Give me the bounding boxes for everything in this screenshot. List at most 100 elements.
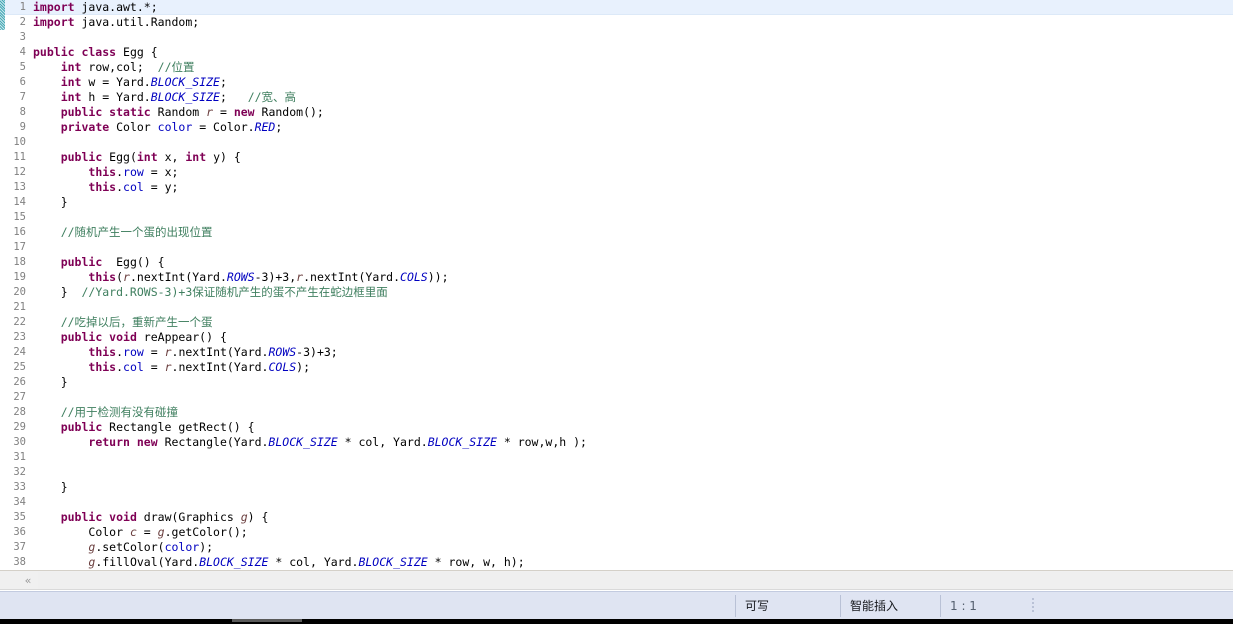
status-cursor-position[interactable]: 1 : 1 <box>941 592 977 620</box>
code-line-text: private Color color = Color.RED; <box>26 120 283 135</box>
scroll-left-chevron-icon[interactable]: « <box>20 573 36 589</box>
code-line[interactable]: 30 return new Rectangle(Yard.BLOCK_SIZE … <box>0 435 1233 450</box>
scrollbar-track-line <box>0 589 1233 590</box>
code-line[interactable]: 38 g.fillOval(Yard.BLOCK_SIZE * col, Yar… <box>0 555 1233 570</box>
code-line[interactable]: 34 <box>0 495 1233 510</box>
code-token: g <box>157 525 165 539</box>
status-insert-mode[interactable]: 智能插入 <box>841 592 898 620</box>
code-token: public static <box>60 105 151 119</box>
code-line-text: g.fillOval(Yard.BLOCK_SIZE * col, Yard.B… <box>26 555 524 570</box>
code-token: col <box>123 180 144 194</box>
code-line[interactable]: 32 <box>0 465 1233 480</box>
code-line-text: public void reAppear() { <box>26 330 227 345</box>
line-number: 6 <box>19 76 26 88</box>
code-token: ROWS <box>226 270 255 284</box>
code-token: Egg { <box>116 45 158 59</box>
code-line-text: //用于检测有没有碰撞 <box>26 405 178 420</box>
code-line[interactable]: 24 this.row = r.nextInt(Yard.ROWS-3)+3; <box>0 345 1233 360</box>
code-line[interactable]: 12 this.row = x; <box>0 165 1233 180</box>
code-line[interactable]: 7 int h = Yard.BLOCK_SIZE; //宽、高 <box>0 90 1233 105</box>
code-token: w = Yard. <box>81 75 151 89</box>
code-line[interactable]: 27 <box>0 390 1233 405</box>
code-line[interactable]: 37 g.setColor(color); <box>0 540 1233 555</box>
line-number: 38 <box>13 556 26 568</box>
code-line[interactable]: 36 Color c = g.getColor(); <box>0 525 1233 540</box>
editor-text-area[interactable]: 1 import java.awt.*; 2 import java.util.Ran… <box>0 0 1233 570</box>
code-line[interactable]: 14 } <box>0 195 1233 210</box>
code-line[interactable]: 13 this.col = y; <box>0 180 1233 195</box>
code-token: .setColor( <box>95 540 165 554</box>
code-line[interactable]: 18 public Egg() { <box>0 255 1233 270</box>
code-line[interactable]: 9 private Color color = Color.RED; <box>0 120 1233 135</box>
code-token: col <box>123 360 144 374</box>
code-line[interactable]: 3 <box>0 30 1233 45</box>
taskbar-nub <box>232 619 302 622</box>
code-line[interactable]: 8 public static Random r = new Random(); <box>0 105 1233 120</box>
code-token: this <box>88 165 117 179</box>
horizontal-scrollbar-thumb[interactable] <box>38 572 1231 589</box>
code-line-text: public Rectangle getRect() { <box>26 420 255 435</box>
code-line-text: } <box>26 480 68 495</box>
code-line[interactable]: 23 public void reAppear() { <box>0 330 1233 345</box>
line-number: 20 <box>13 286 26 298</box>
code-line-text: //吃掉以后，重新产生一个蛋 <box>26 315 213 330</box>
line-number: 22 <box>13 316 26 328</box>
code-line[interactable]: 35 public void draw(Graphics g) { <box>0 510 1233 525</box>
code-line[interactable]: 1 import java.awt.*; <box>0 0 1233 15</box>
line-number: 3 <box>19 31 26 43</box>
code-token: * row,w,h ); <box>496 435 587 449</box>
code-token: c <box>129 525 137 539</box>
horizontal-scrollbar[interactable]: « <box>0 570 1233 590</box>
code-token: ( <box>116 270 124 284</box>
code-line[interactable]: 6 int w = Yard.BLOCK_SIZE; <box>0 75 1233 90</box>
code-line[interactable]: 25 this.col = r.nextInt(Yard.COLS); <box>0 360 1233 375</box>
code-line[interactable]: 4 public class Egg { <box>0 45 1233 60</box>
code-line[interactable]: 28 //用于检测有没有碰撞 <box>0 405 1233 420</box>
status-bar: 可写 智能插入 1 : 1 <box>0 591 1233 619</box>
code-line[interactable]: 19 this(r.nextInt(Yard.ROWS-3)+3,r.nextI… <box>0 270 1233 285</box>
code-line[interactable]: 20 } //Yard.ROWS-3)+3保证随机产生的蛋不产生在蛇边框里面 <box>0 285 1233 300</box>
code-token: Random <box>150 105 207 119</box>
code-line[interactable]: 16 //随机产生一个蛋的出现位置 <box>0 225 1233 240</box>
code-line[interactable]: 31 <box>0 450 1233 465</box>
line-number: 5 <box>19 61 26 73</box>
code-line[interactable]: 5 int row,col; //位置 <box>0 60 1233 75</box>
code-token: y) { <box>206 150 241 164</box>
code-line[interactable]: 22 //吃掉以后，重新产生一个蛋 <box>0 315 1233 330</box>
line-number: 10 <box>13 136 26 148</box>
status-writable[interactable]: 可写 <box>736 592 769 620</box>
code-token: draw(Graphics <box>136 510 241 524</box>
code-line[interactable]: 2 import java.util.Random; <box>0 15 1233 30</box>
code-token: } <box>33 480 68 494</box>
code-line[interactable]: 17 <box>0 240 1233 255</box>
source-code[interactable]: 1 import java.awt.*; 2 import java.util.Ran… <box>0 0 1233 570</box>
code-line-text: int h = Yard.BLOCK_SIZE; //宽、高 <box>26 90 296 105</box>
code-token: Egg() { <box>102 255 165 269</box>
line-number: 36 <box>13 526 26 538</box>
code-line[interactable]: 26 } <box>0 375 1233 390</box>
code-token: BLOCK_SIZE <box>150 90 220 104</box>
code-line-text: //随机产生一个蛋的出现位置 <box>26 225 213 240</box>
status-resize-grip[interactable] <box>1032 598 1034 614</box>
code-line[interactable]: 15 <box>0 210 1233 225</box>
code-line[interactable]: 21 <box>0 300 1233 315</box>
code-line[interactable]: 11 public Egg(int x, int y) { <box>0 150 1233 165</box>
code-token: color <box>164 540 200 554</box>
code-line[interactable]: 29 public Rectangle getRect() { <box>0 420 1233 435</box>
code-token: .fillOval(Yard. <box>95 555 200 569</box>
code-token: public <box>60 150 103 164</box>
code-line[interactable]: 10 <box>0 135 1233 150</box>
code-token: this <box>88 180 117 194</box>
code-line[interactable]: 33 } <box>0 480 1233 495</box>
